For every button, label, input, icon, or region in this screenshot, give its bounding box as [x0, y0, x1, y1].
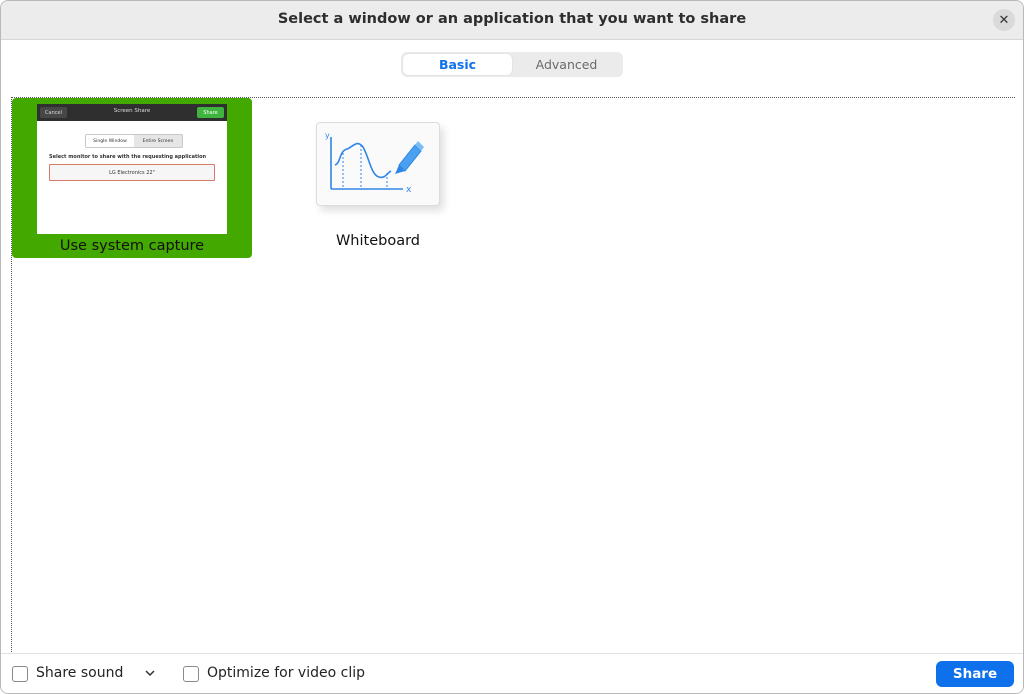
thumbnail-single-window: Single Window	[86, 135, 134, 147]
share-source-grid: Cancel Screen Share Share Single Window …	[11, 97, 1015, 654]
thumbnail-monitor: LG Electronics 22"	[49, 164, 215, 181]
title-bar: Select a window or an application that y…	[1, 1, 1023, 40]
chevron-down-icon	[145, 669, 155, 676]
share-sound-label: Share sound	[36, 665, 124, 681]
marker-icon	[395, 141, 424, 174]
share-sound-checkbox[interactable]	[12, 666, 28, 682]
tab-advanced[interactable]: Advanced	[512, 54, 621, 75]
tile-label: Whiteboard	[335, 233, 421, 249]
thumbnail-prompt: Select monitor to share with the request…	[49, 154, 207, 160]
share-button[interactable]: Share	[936, 661, 1014, 687]
axis-y-label: y	[325, 131, 330, 140]
whiteboard-graph-icon: y x	[325, 131, 424, 195]
close-icon: ✕	[998, 12, 1010, 28]
close-button[interactable]: ✕	[993, 9, 1015, 31]
tab-basic[interactable]: Basic	[403, 54, 512, 75]
tab-switcher: Basic Advanced	[401, 52, 623, 77]
thumbnail-entire-screen: Entire Screen	[142, 138, 174, 144]
system-capture-thumbnail: Cancel Screen Share Share Single Window …	[37, 104, 227, 234]
optimize-video-label: Optimize for video clip	[207, 665, 365, 681]
tile-whiteboard[interactable]: y x Whiteboard	[308, 118, 448, 253]
thumbnail-header: Cancel Screen Share Share	[37, 104, 227, 121]
tile-use-system-capture[interactable]: Cancel Screen Share Share Single Window …	[12, 98, 252, 258]
tile-label: Use system capture	[59, 238, 205, 254]
share-sound-options-button[interactable]	[142, 665, 158, 681]
share-dialog: Select a window or an application that y…	[0, 0, 1024, 694]
thumbnail-segmented: Single Window Entire Screen	[85, 134, 183, 148]
footer-bar: Share sound Optimize for video clip Shar…	[1, 653, 1023, 693]
dialog-title: Select a window or an application that y…	[277, 11, 747, 27]
optimize-video-checkbox[interactable]	[183, 666, 199, 682]
thumbnail-share: Share	[197, 107, 224, 118]
axis-x-label: x	[406, 185, 412, 195]
whiteboard-icon: y x	[316, 122, 440, 206]
